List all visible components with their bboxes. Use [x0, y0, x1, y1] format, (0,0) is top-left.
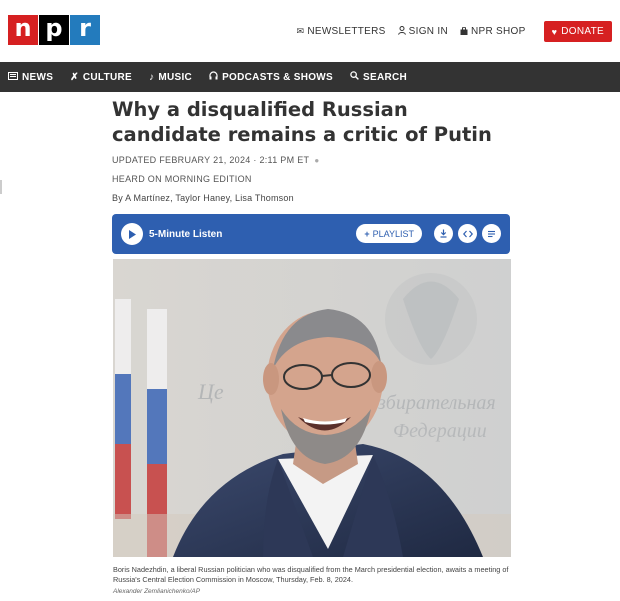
photo-caption: Boris Nadezhdin, a liberal Russian polit…: [113, 565, 509, 584]
main-nav: NEWS ✗ CULTURE ♪ MUSIC PODCASTS & SHOWS …: [0, 62, 620, 92]
newsletters-link[interactable]: ✉ NEWSLETTERS: [296, 26, 385, 37]
svg-text:Це: Це: [197, 379, 224, 404]
nav-item-podcasts[interactable]: PODCASTS & SHOWS: [201, 71, 333, 83]
article-header: Why a disqualified Russian candidate rem…: [112, 97, 512, 203]
playlist-label: PLAYLIST: [372, 228, 414, 239]
article-headline: Why a disqualified Russian candidate rem…: [112, 98, 492, 146]
listen-duration: 5-Minute Listen: [149, 228, 223, 240]
article-photo[interactable]: Це избирательная Федерации: [113, 259, 511, 557]
sign-in-label: SIGN IN: [408, 26, 448, 37]
play-icon: [129, 229, 136, 239]
npr-shop-label: NPR SHOP: [470, 26, 526, 37]
logo-letter-r: r: [70, 15, 100, 45]
transcript-button[interactable]: [482, 224, 501, 243]
music-note-icon: ♪: [149, 71, 155, 83]
embed-icon: [462, 230, 473, 237]
npr-logo[interactable]: n p r: [8, 15, 100, 45]
svg-text:Федерации: Федерации: [393, 420, 487, 442]
transcript-icon: [488, 230, 495, 237]
logo-letter-n: n: [8, 15, 38, 45]
envelope-icon: ✉: [296, 26, 305, 36]
nav-item-search[interactable]: SEARCH: [342, 71, 407, 83]
heart-icon: ♥: [551, 26, 558, 37]
nav-item-culture[interactable]: ✗ CULTURE: [62, 72, 132, 83]
nav-label-culture: CULTURE: [82, 71, 133, 83]
sign-in-link[interactable]: SIGN IN: [397, 26, 448, 37]
plus-icon: +: [364, 228, 370, 239]
download-button[interactable]: [434, 224, 453, 243]
playlist-button[interactable]: + PLAYLIST: [356, 224, 422, 243]
edge-marker: [0, 180, 2, 194]
download-icon: [440, 229, 447, 238]
npr-shop-link[interactable]: NPR SHOP: [460, 26, 526, 37]
nav-label-music: MUSIC: [158, 71, 193, 83]
photo-credit: Alexander Zemlianichenko/AP: [113, 588, 201, 595]
logo-letter-p: p: [39, 15, 69, 45]
byline: By A Martínez, Taylor Haney, Lisa Thomso…: [112, 193, 294, 203]
nav-label-news: NEWS: [22, 71, 54, 83]
updated-line: UPDATED FEBRUARY 21, 2024 · 2:11 PM ET ●: [112, 155, 319, 165]
headphones-icon: [209, 71, 218, 83]
heard-on-line[interactable]: HEARD ON MORNING EDITION: [112, 174, 252, 184]
donate-label: DONATE: [561, 26, 604, 37]
nav-label-search: SEARCH: [363, 71, 408, 83]
newspaper-icon: [8, 71, 18, 83]
audio-player: 5-Minute Listen + PLAYLIST: [112, 214, 510, 254]
svg-text:избирательная: избирательная: [368, 392, 496, 414]
nav-item-news[interactable]: NEWS: [0, 71, 54, 83]
photo-illustration: Це избирательная Федерации: [113, 259, 511, 557]
donate-button[interactable]: ♥ DONATE: [543, 21, 612, 42]
site-header: n p r ✉ NEWSLETTERS SIGN IN NPR SHOP ♥ D…: [0, 0, 620, 62]
updated-timestamp: UPDATED FEBRUARY 21, 2024 · 2:11 PM ET: [112, 155, 310, 165]
header-links: ✉ NEWSLETTERS SIGN IN NPR SHOP ♥ DONATE: [284, 21, 612, 42]
play-button[interactable]: [121, 223, 143, 245]
nav-item-music[interactable]: ♪ MUSIC: [141, 72, 192, 83]
search-icon: [350, 71, 359, 83]
bag-icon: [460, 26, 468, 37]
embed-button[interactable]: [458, 224, 477, 243]
user-icon: [397, 26, 406, 37]
player-actions: + PLAYLIST: [356, 224, 501, 243]
nav-label-podcasts: PODCASTS & SHOWS: [222, 71, 333, 83]
info-icon[interactable]: ●: [314, 156, 319, 165]
newsletters-label: NEWSLETTERS: [307, 26, 386, 37]
culture-icon: ✗: [70, 71, 79, 83]
